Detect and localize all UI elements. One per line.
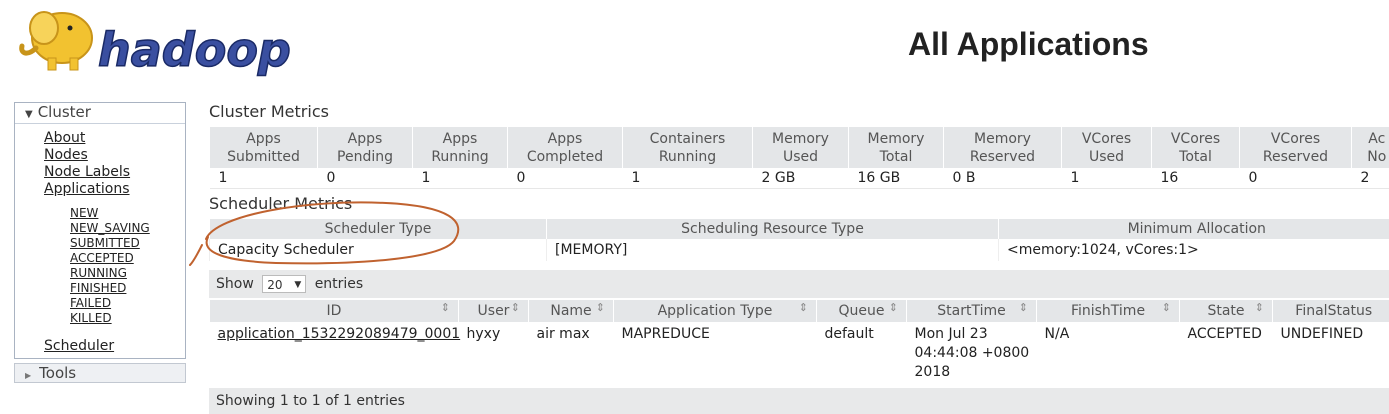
metric-value: 1 <box>623 168 753 189</box>
metric-value: 0 <box>1240 168 1352 189</box>
sort-icon: ⇕ <box>441 301 450 314</box>
metric-header: AppsRunning <box>413 127 508 168</box>
state-cell: ACCEPTED <box>1180 322 1273 382</box>
sort-icon: ⇕ <box>1019 301 1028 314</box>
metric-header: MemoryTotal <box>849 127 944 168</box>
sidebar-nav: ▼ Cluster About Nodes Node Labels Applica… <box>14 102 186 359</box>
cluster-metrics-title: Cluster Metrics <box>209 102 329 121</box>
start-time-cell: Mon Jul 2304:44:08 +08002018 <box>907 322 1037 382</box>
dropdown-arrow-icon: ▼ <box>294 276 301 294</box>
elephant-icon <box>22 12 92 70</box>
scheduler-header: Minimum Allocation <box>999 219 1389 239</box>
sort-icon: ⇕ <box>799 301 808 314</box>
type-cell: MAPREDUCE <box>614 322 817 382</box>
metric-header: AppsCompleted <box>508 127 623 168</box>
sort-icon: ⇕ <box>1162 301 1171 314</box>
table-info: Showing 1 to 1 of 1 entries <box>209 388 1389 414</box>
page-title: All Applications <box>908 26 1149 63</box>
metric-header: AppsSubmitted <box>210 127 318 168</box>
name-cell: air max <box>529 322 614 382</box>
tools-section-toggle[interactable]: ▶ Tools <box>14 363 186 383</box>
nav-link-state-running[interactable]: RUNNING <box>70 266 185 281</box>
entries-label: entries <box>315 276 364 292</box>
finish-time-cell: N/A <box>1037 322 1180 382</box>
caret-right-icon: ▶ <box>25 371 31 380</box>
column-header-application-type[interactable]: Application Type⇕ <box>614 300 817 322</box>
user-cell: hyxy <box>459 322 529 382</box>
metric-value: 2 GB <box>753 168 849 189</box>
nav-link-state-killed[interactable]: KILLED <box>70 311 185 326</box>
nav-link-node-labels[interactable]: Node Labels <box>44 164 185 181</box>
metric-value: 16 <box>1152 168 1240 189</box>
metrics-value-row: 1 0 1 0 1 2 GB 16 GB 0 B 1 16 0 2 <box>210 168 1389 189</box>
metric-value: 0 <box>318 168 413 189</box>
column-header-id[interactable]: ID⇕ <box>210 300 459 322</box>
caret-down-icon: ▼ <box>25 105 33 124</box>
nav-link-nodes[interactable]: Nodes <box>44 147 185 164</box>
column-header-start-time[interactable]: StartTime⇕ <box>907 300 1037 322</box>
table-row: application_1532292089479_0001 hyxy air … <box>210 322 1389 382</box>
cluster-section-toggle[interactable]: ▼ Cluster <box>15 103 185 124</box>
application-id-link[interactable]: application_1532292089479_0001 <box>218 326 461 342</box>
metric-header: VCoresReserved <box>1240 127 1352 168</box>
resource-type-value: [MEMORY] <box>547 239 999 261</box>
column-header-name[interactable]: Name⇕ <box>529 300 614 322</box>
metric-header: MemoryUsed <box>753 127 849 168</box>
metric-value: 1 <box>413 168 508 189</box>
metric-header: VCoresUsed <box>1062 127 1152 168</box>
final-status-cell: UNDEFINED <box>1273 322 1389 382</box>
metric-value: 1 <box>1062 168 1152 189</box>
metric-header: ContainersRunning <box>623 127 753 168</box>
active-nodes-link[interactable]: 2 <box>1361 170 1370 186</box>
metrics-header-row: AppsSubmitted AppsPending AppsRunning Ap… <box>210 127 1389 168</box>
nav-link-state-finished[interactable]: FINISHED <box>70 281 185 296</box>
page-size-select[interactable]: 20▼ <box>262 275 306 293</box>
metric-header: VCoresTotal <box>1152 127 1240 168</box>
nav-link-scheduler[interactable]: Scheduler <box>44 338 185 355</box>
scheduler-header: Scheduling Resource Type <box>547 219 999 239</box>
nav-link-state-accepted[interactable]: ACCEPTED <box>70 251 185 266</box>
show-label: Show <box>216 276 254 292</box>
sort-icon: ⇕ <box>596 301 605 314</box>
column-header-final-status[interactable]: FinalStatus <box>1273 300 1389 322</box>
nav-link-state-new[interactable]: NEW <box>70 206 185 221</box>
applications-table: ID⇕ User⇕ Name⇕ Application Type⇕ Queue⇕… <box>209 300 1389 382</box>
logo-text: hadoop <box>98 23 291 77</box>
nav-link-state-failed[interactable]: FAILED <box>70 296 185 311</box>
nav-link-applications[interactable]: Applications <box>44 181 185 198</box>
min-allocation-value: <memory:1024, vCores:1> <box>999 239 1389 261</box>
metric-value: 0 B <box>944 168 1062 189</box>
metric-value: 2 <box>1352 168 1389 189</box>
metric-header: MemoryReserved <box>944 127 1062 168</box>
metric-header: AcNo <box>1352 127 1389 168</box>
hadoop-logo[interactable]: hadoop <box>14 6 314 78</box>
cluster-metrics-table: AppsSubmitted AppsPending AppsRunning Ap… <box>209 127 1389 189</box>
sort-icon: ⇕ <box>1255 301 1264 314</box>
app-id-cell: application_1532292089479_0001 <box>210 322 459 382</box>
column-header-user[interactable]: User⇕ <box>459 300 529 322</box>
nav-link-about[interactable]: About <box>44 130 185 147</box>
column-header-finish-time[interactable]: FinishTime⇕ <box>1037 300 1180 322</box>
column-header-state[interactable]: State⇕ <box>1180 300 1273 322</box>
metric-value: 16 GB <box>849 168 944 189</box>
nav-link-state-new-saving[interactable]: NEW_SAVING <box>70 221 185 236</box>
queue-cell: default <box>817 322 907 382</box>
nav-link-state-submitted[interactable]: SUBMITTED <box>70 236 185 251</box>
column-header-queue[interactable]: Queue⇕ <box>817 300 907 322</box>
metric-value: 1 <box>210 168 318 189</box>
entries-toolbar: Show 20▼ entries <box>209 270 1389 298</box>
sort-icon: ⇕ <box>889 301 898 314</box>
annotation-circle <box>186 193 466 273</box>
metric-value: 0 <box>508 168 623 189</box>
metric-header: AppsPending <box>318 127 413 168</box>
cluster-label: Cluster <box>38 103 91 121</box>
sort-icon: ⇕ <box>511 301 520 314</box>
apps-header-row: ID⇕ User⇕ Name⇕ Application Type⇕ Queue⇕… <box>210 300 1389 322</box>
tools-label: Tools <box>39 364 76 382</box>
